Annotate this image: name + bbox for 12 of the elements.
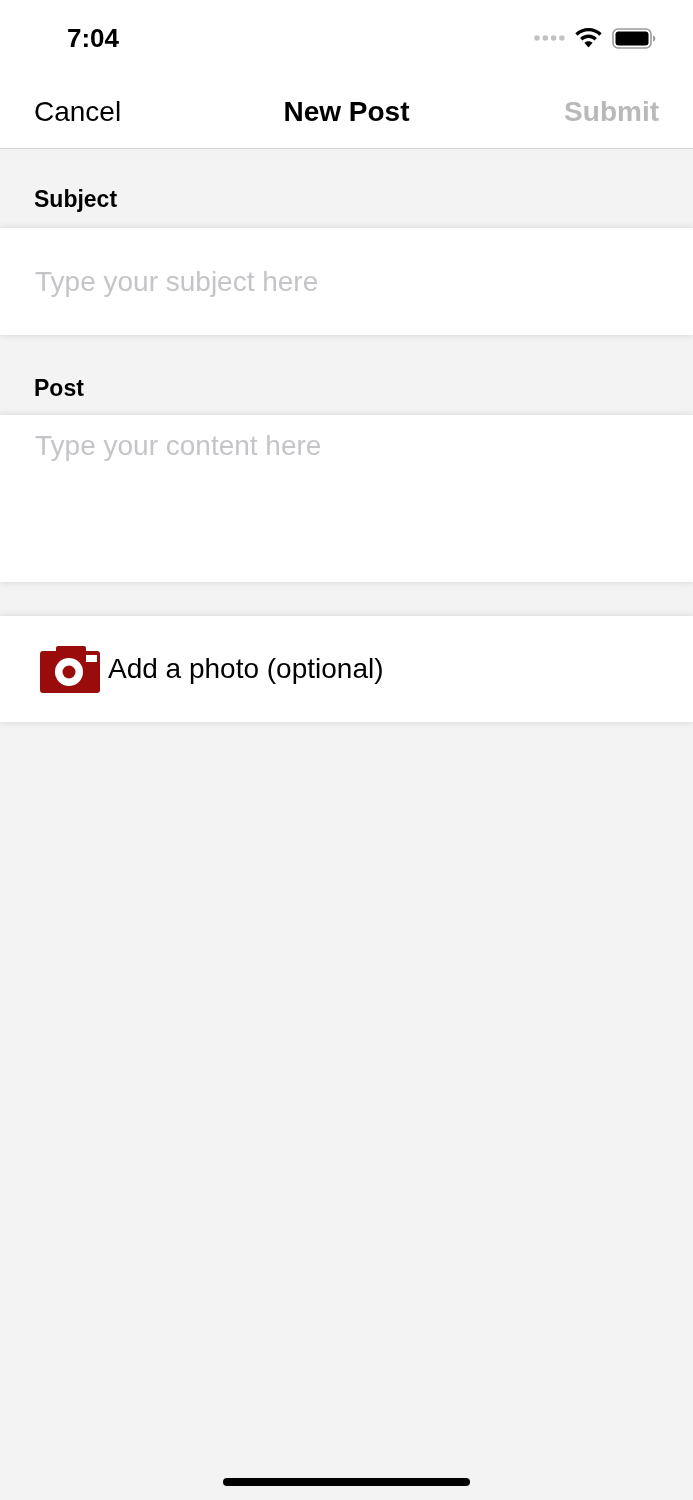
cancel-button[interactable]: Cancel — [34, 98, 122, 126]
field-label: Post — [34, 376, 85, 400]
field-label: Subject — [34, 187, 119, 211]
signal-icon — [534, 35, 565, 41]
camera-icon — [40, 645, 100, 693]
screen-title: New Post — [283, 98, 410, 126]
subject-input-field[interactable]: Type your subject here — [0, 228, 693, 335]
battery-icon — [612, 27, 656, 49]
post-content-field[interactable]: Type your content here — [0, 415, 693, 582]
wifi-icon — [575, 28, 602, 48]
status-time: 7:04 — [67, 25, 120, 51]
add-photo-button[interactable]: Add a photo (optional) — [0, 616, 693, 722]
